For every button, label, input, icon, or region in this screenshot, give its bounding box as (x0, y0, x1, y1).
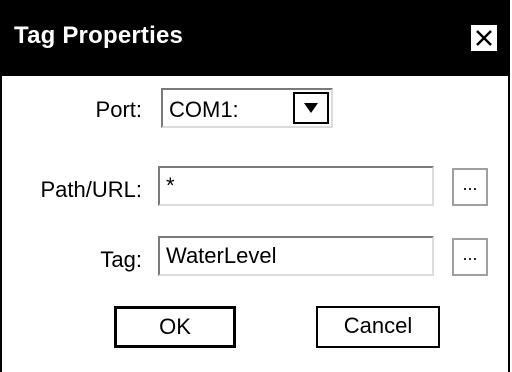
tag-browse-button[interactable]: ... (452, 238, 488, 276)
title-bar: Tag Properties (2, 0, 508, 76)
tag-label: Tag: (100, 247, 142, 272)
path-browse-button[interactable]: ... (452, 168, 488, 206)
cancel-button[interactable]: Cancel (316, 306, 440, 348)
port-selected-value: COM1: (169, 97, 239, 122)
window-title: Tag Properties (14, 22, 184, 49)
port-dropdown-button[interactable] (293, 92, 329, 124)
tag-properties-dialog: Tag Properties Port: COM1: Path/URL: ...… (0, 0, 510, 372)
close-button[interactable] (470, 24, 498, 52)
tag-input[interactable] (158, 236, 434, 276)
port-label: Port: (95, 97, 142, 122)
path-url-label: Path/URL: (40, 177, 143, 202)
port-select[interactable]: COM1: (161, 88, 333, 128)
ok-button[interactable]: OK (114, 306, 236, 348)
triangle-down-icon (304, 103, 318, 113)
close-icon (476, 30, 492, 46)
path-url-input[interactable] (158, 166, 434, 206)
